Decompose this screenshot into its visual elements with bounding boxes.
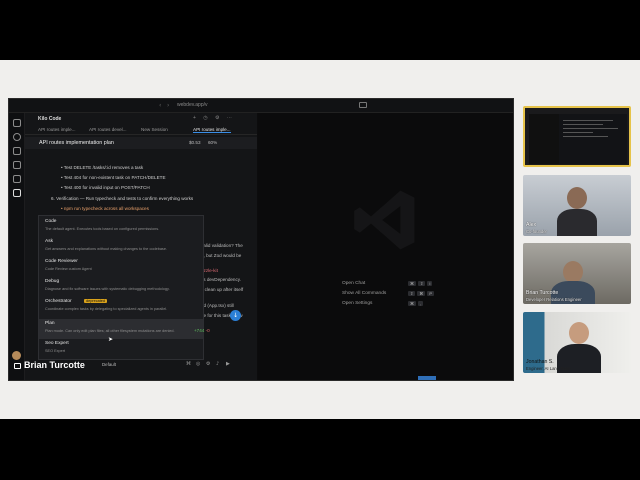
message-fragment: valid validation? The — [201, 243, 243, 248]
participant-role: Developer Relations Engineer — [526, 297, 582, 302]
context-usage: 60% — [208, 140, 218, 145]
status-indicator[interactable] — [418, 376, 436, 380]
send-icon[interactable]: ▶ — [226, 361, 230, 367]
participant-role: Co-founder — [526, 229, 547, 234]
tab-session-3[interactable]: New Session — [141, 127, 168, 132]
image-icon[interactable]: ◎ — [196, 361, 200, 367]
participant-tile[interactable]: Jonathan S. Engineer, AI Lang Team — [523, 312, 631, 373]
thumbnail-line — [563, 120, 613, 121]
presenter-name: Brian Turcotte — [24, 360, 85, 370]
plan-line: • Test 404 for non-existent task on PATC… — [61, 175, 166, 180]
participant-video — [563, 261, 583, 283]
settings-icon[interactable]: ⚙ — [206, 361, 210, 367]
panel-title: Kilo Code — [38, 116, 62, 122]
participant-video — [567, 187, 587, 209]
message-fragment: its devDependency. — [201, 277, 242, 282]
participant-video — [557, 209, 597, 236]
mode-item-orchestrator[interactable]: Orchestrator deprecated Coordinate complex… — [39, 297, 203, 317]
open-settings-command[interactable]: Open Settings — [342, 301, 372, 306]
open-chat-command[interactable]: Open Chat — [342, 281, 365, 286]
panel-actions[interactable]: + ◷ ⚙ ⋯ — [193, 115, 235, 121]
plan-line: • npm run typecheck across all workspace… — [61, 206, 149, 211]
lines-added: +744 — [194, 328, 205, 333]
task-cost: $0.53 — [189, 140, 201, 145]
task-title: API routes implementation plan — [39, 140, 114, 146]
meeting-stage: ‹ › webdev.app/v Kilo Code + ◷ ⚙ ⋯ API r… — [0, 60, 640, 419]
task-header: API routes implementation plan $0.53 60% — [25, 137, 257, 149]
tab-session-2[interactable]: API routes devel... — [89, 127, 127, 132]
thumbnail-line — [563, 132, 593, 133]
browser-toolbar: ‹ › webdev.app/v — [9, 99, 513, 113]
back-icon[interactable]: ‹ — [159, 102, 161, 109]
status-bar — [258, 376, 513, 380]
vscode-logo-icon — [354, 190, 415, 250]
run-icon[interactable] — [13, 161, 21, 169]
attach-icon[interactable]: ⌘ — [186, 361, 191, 367]
mode-item-seo-expert[interactable]: Seo Expert SEO Expert — [39, 339, 203, 359]
forward-icon[interactable]: › — [167, 102, 169, 109]
show-commands-command[interactable]: Show All Commands — [342, 291, 386, 296]
source-control-icon[interactable] — [13, 147, 21, 155]
mode-item-code-reviewer[interactable]: Code Reviewer Code Review custom Agent — [39, 257, 203, 277]
files-icon[interactable] — [13, 119, 21, 127]
mode-item-debug[interactable]: Debug Diagnose and fix software issues wi… — [39, 277, 203, 297]
thumbnail-line — [563, 128, 618, 129]
plan-line: • Test 400 for invalid input on POST/PAT… — [61, 185, 150, 190]
participant-tile[interactable]: Alex Co-founder — [523, 175, 631, 236]
deprecated-badge: deprecated — [84, 299, 107, 303]
mode-item-plan[interactable]: Plan Plan mode. Can only edit plan files;… — [39, 319, 203, 339]
model-selector[interactable]: Default — [102, 362, 116, 367]
tab-session-1[interactable]: API routes imple... — [38, 127, 76, 132]
plan-line: • Test DELETE /tasks/:id removes a task — [61, 165, 144, 170]
participant-name: Brian Turcotte — [526, 290, 559, 296]
mode-item-ask[interactable]: Ask Get answers and explanations without … — [39, 237, 203, 257]
plan-line: 6. Verification — Run typecheck and test… — [51, 196, 194, 201]
open-chat-keys: ⌘ ⇧ I — [408, 281, 433, 286]
open-settings-keys: ⌘, — [408, 301, 424, 306]
mode-menu: Code The default agent. Executes tools ba… — [38, 215, 204, 360]
participant-name: Jonathan S. — [526, 359, 554, 365]
search-icon[interactable] — [13, 133, 21, 141]
thumbnail-editor — [559, 114, 627, 164]
share-icon[interactable] — [359, 102, 367, 108]
message-fragment: nd (App.tsx) still — [201, 303, 234, 308]
scroll-down-button[interactable]: ↓ — [230, 310, 241, 321]
thumbnail-line — [563, 124, 603, 125]
extensions-icon[interactable] — [13, 175, 21, 183]
mic-icon[interactable]: ♪ — [216, 361, 219, 367]
diff-stats: +744 -0 — [194, 328, 210, 333]
session-tabs: API routes imple... API routes devel... … — [25, 125, 257, 135]
tab-session-4[interactable]: API routes imple... — [193, 127, 231, 133]
participant-video — [569, 322, 589, 344]
screen-share-icon — [14, 362, 21, 369]
participant-tile[interactable]: Brian Turcotte Developer Relations Engin… — [523, 243, 631, 304]
message-fragment: s clean up after itself — [201, 287, 244, 292]
presenter-name-tag: Brian Turcotte — [14, 360, 85, 370]
participant-name: Alex — [526, 222, 537, 228]
address-bar[interactable]: webdev.app/v — [177, 102, 207, 108]
participant-role: Engineer, AI Lang Team — [526, 366, 571, 371]
lines-removed: -0 — [205, 328, 210, 333]
kilo-icon[interactable] — [13, 189, 21, 197]
editor-area: Open Chat ⌘ ⇧ I Show All Commands ⇧ ⌘ P Open… — [258, 113, 513, 380]
message-fragment: ft, but Zod would be — [201, 253, 242, 258]
screen-share-thumbnail[interactable] — [523, 106, 631, 167]
mode-item-code[interactable]: Code The default agent. Executes tools ba… — [39, 217, 203, 237]
thumbnail-sidebar — [529, 114, 559, 164]
show-commands-keys: ⇧ ⌘ P — [408, 291, 435, 296]
account-avatar[interactable] — [12, 351, 21, 360]
panel-header: Kilo Code + ◷ ⚙ ⋯ — [25, 113, 257, 125]
thumbnail-line — [563, 136, 608, 137]
mouse-cursor-icon: ➤ — [108, 336, 114, 343]
activity-bar — [9, 113, 25, 380]
